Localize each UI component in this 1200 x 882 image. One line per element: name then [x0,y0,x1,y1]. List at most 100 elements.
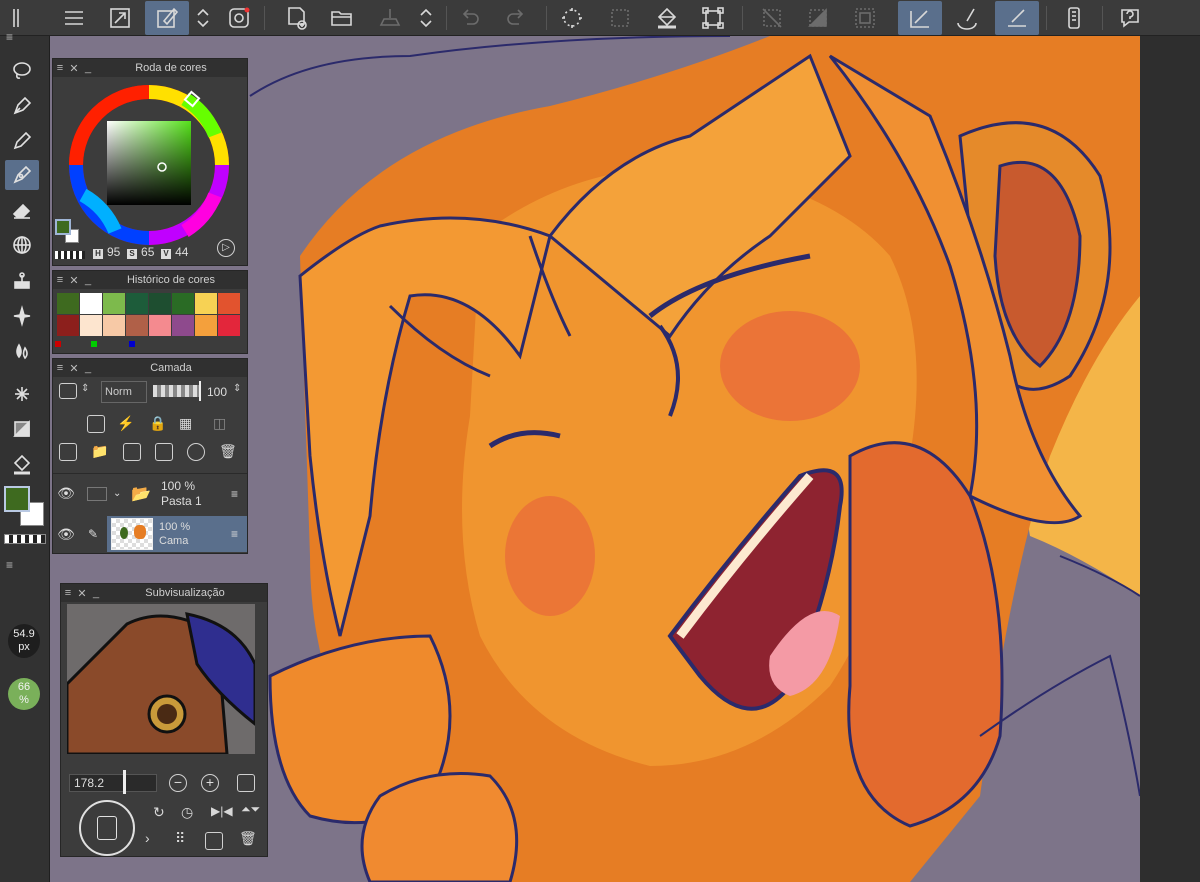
eye-icon[interactable]: 👁 [53,485,79,502]
history-swatch-4[interactable] [149,293,172,315]
edit-mode-button[interactable] [145,1,189,35]
auto-select-tool-icon[interactable] [5,379,39,409]
eraser-tool-icon[interactable] [5,195,39,225]
lock-icon[interactable]: 🔒 [149,415,166,432]
reference-layer-button[interactable] [898,1,942,35]
drag-handle-icon[interactable]: ≡ [231,527,247,541]
layer-mask-icon[interactable] [59,383,77,399]
panel-menu-icon[interactable]: ≡ [61,587,75,599]
chevron-updown-icon[interactable]: ⇕ [233,383,241,394]
open-folder-button[interactable] [320,1,364,35]
ruler-button[interactable] [995,1,1039,35]
mask-link-icon[interactable]: ◫ [213,415,226,432]
copy-layer-icon[interactable] [123,443,141,461]
select-all-button[interactable] [598,1,642,35]
history-swatch-3[interactable] [126,293,149,315]
new-folder-icon[interactable]: 📁 [91,443,108,460]
export-button[interactable] [368,1,412,35]
history-swatch-0[interactable] [57,293,80,315]
decoration-tool-icon[interactable] [5,230,39,260]
chevron-updown-icon[interactable] [190,1,216,35]
history-swatch-15[interactable] [218,315,241,337]
rotate-right-icon[interactable]: ↻ [153,804,165,821]
panel-menu-icon[interactable]: ≡ [53,274,67,286]
history-swatch-10[interactable] [103,315,126,337]
merge-layer-icon[interactable] [155,443,173,461]
flip-vertical-icon[interactable]: ⏶⏷ [241,802,260,817]
history-swatch-5[interactable] [172,293,195,315]
chevron-updown-icon[interactable] [413,1,439,35]
opacity-value[interactable]: 100 [207,385,227,399]
invert-selection-button[interactable] [796,1,840,35]
main-color-swatch[interactable] [4,486,30,512]
new-canvas-button[interactable] [275,1,319,35]
palette-menu-icon[interactable]: ≡ [6,30,13,44]
blend-mode-select[interactable]: Norm [101,381,147,403]
history-swatch-6[interactable] [195,293,218,315]
opacity-slider-handle[interactable] [199,381,201,401]
history-swatch-13[interactable] [172,315,195,337]
history-swatch-7[interactable] [218,293,241,315]
lock-transparency-icon[interactable]: ▦ [179,415,192,432]
sparkle-tool-icon[interactable] [5,301,39,331]
close-icon[interactable]: ✕ [67,274,81,287]
help-icon[interactable] [1108,1,1152,35]
transparent-chip[interactable] [55,251,85,259]
clipping-icon[interactable] [87,415,105,433]
mask-icon[interactable] [187,443,205,461]
menu-button[interactable] [52,1,96,35]
history-swatch-14[interactable] [195,315,218,337]
minimize-icon[interactable]: _ [81,274,95,286]
blend-tool-icon[interactable] [5,336,39,366]
smartphone-icon[interactable] [1052,1,1096,35]
sub-palette-menu-icon[interactable]: ≡ [6,558,13,572]
zoom-input[interactable]: 178.2 [69,774,157,792]
reference-icon[interactable]: ⚡ [117,415,134,432]
panel-menu-icon[interactable]: ≡ [53,362,67,374]
fullscreen-button[interactable] [98,1,142,35]
undo-button[interactable] [448,1,492,35]
eye-icon[interactable]: 👁 [53,526,79,543]
trash-icon[interactable]: 🗑 [239,830,257,847]
history-swatch-9[interactable] [80,315,103,337]
trash-icon[interactable]: 🗑 [219,443,237,460]
play-icon[interactable]: ▷ [217,239,235,257]
history-swatch-1[interactable] [80,293,103,315]
opacity-slider[interactable] [153,385,199,397]
grid-icon[interactable]: ⠿ [175,830,185,847]
layer-row-folder[interactable]: 👁 ⌄ 📂 100 % Pasta 1 ≡ [53,473,247,513]
zoom-in-button[interactable]: + [201,774,219,792]
chevron-updown-icon[interactable]: ⇕ [81,383,89,394]
transparent-color-swatch[interactable] [4,534,46,544]
companion-icon[interactable] [217,1,261,35]
lasso-tool-icon[interactable] [5,56,39,86]
minimize-icon[interactable]: _ [81,62,95,74]
layer-row-raster[interactable]: 👁 ✎ 100 % Cama ≡ [53,515,247,553]
history-swatch-2[interactable] [103,293,126,315]
new-raster-layer-icon[interactable] [59,443,77,461]
hue-ring[interactable] [65,81,233,249]
snapshot-icon[interactable] [205,832,223,850]
zoom-out-button[interactable]: − [169,774,187,792]
expand-selection-button[interactable] [843,1,887,35]
reset-rotation-icon[interactable]: ◷ [181,804,193,821]
history-swatch-11[interactable] [126,315,149,337]
close-icon[interactable]: ✕ [67,62,81,75]
minimize-icon[interactable]: _ [89,587,103,599]
loading-icon[interactable] [550,1,594,35]
stamp-tool-icon[interactable] [5,266,39,296]
navigator-preview[interactable] [67,604,255,754]
layer-select-checkbox[interactable] [87,486,107,501]
minimize-icon[interactable]: _ [81,362,95,374]
fit-screen-icon[interactable] [237,774,255,792]
fill-button[interactable] [645,1,689,35]
panel-menu-icon[interactable]: ≡ [53,62,67,74]
close-icon[interactable]: ✕ [67,362,81,375]
deselect-button[interactable] [750,1,794,35]
transform-button[interactable] [691,1,735,35]
history-swatch-8[interactable] [57,315,80,337]
zoom-slider-handle[interactable] [123,770,126,794]
drag-handle-icon[interactable]: ≡ [231,487,247,501]
pen-tool-icon[interactable] [5,91,39,121]
brush-settings-button[interactable] [945,1,989,35]
